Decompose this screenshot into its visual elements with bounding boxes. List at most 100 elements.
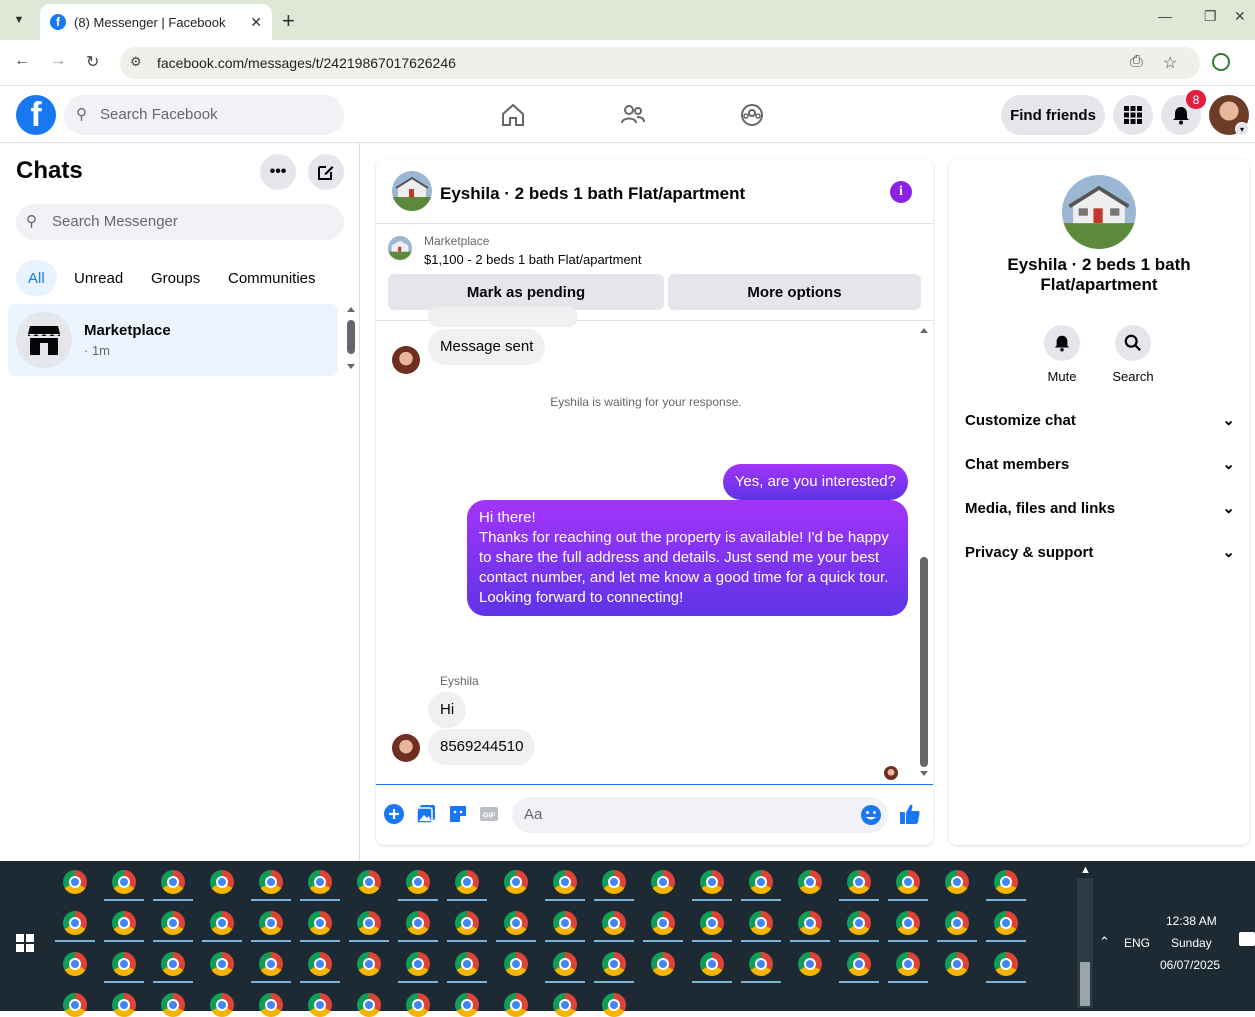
- customize-chat-section[interactable]: Customize chat ⌄: [965, 408, 1235, 432]
- chrome-taskbar-icon[interactable]: [798, 870, 822, 894]
- forward-icon[interactable]: →: [50, 52, 66, 70]
- bookmark-star-icon[interactable]: ☆: [1163, 53, 1177, 73]
- chrome-taskbar-icon[interactable]: [357, 993, 381, 1017]
- chrome-taskbar-icon[interactable]: [112, 911, 136, 935]
- chrome-taskbar-icon[interactable]: [210, 870, 234, 894]
- messenger-search-input[interactable]: ⚲ Search Messenger: [16, 204, 344, 240]
- friends-icon[interactable]: [618, 100, 648, 130]
- chrome-taskbar-icon[interactable]: [994, 911, 1018, 935]
- chrome-taskbar-icon[interactable]: [504, 993, 528, 1017]
- chrome-taskbar-icon[interactable]: [504, 870, 528, 894]
- search-in-conversation-button[interactable]: Search: [1103, 325, 1163, 384]
- filter-groups[interactable]: Groups: [139, 260, 212, 296]
- chrome-taskbar-icon[interactable]: [63, 952, 87, 976]
- media-files-links-section[interactable]: Media, files and links ⌄: [965, 496, 1235, 520]
- filter-unread[interactable]: Unread: [62, 260, 135, 296]
- filter-all[interactable]: All: [16, 260, 57, 296]
- new-message-icon[interactable]: [308, 154, 344, 190]
- emoji-icon[interactable]: [860, 804, 882, 831]
- chrome-taskbar-icon[interactable]: [602, 952, 626, 976]
- windows-start-icon[interactable]: [16, 934, 34, 952]
- chrome-taskbar-icon[interactable]: [259, 952, 283, 976]
- filter-communities[interactable]: Communities: [216, 260, 328, 296]
- notification-center-icon[interactable]: [1239, 932, 1255, 946]
- chrome-taskbar-icon[interactable]: [798, 911, 822, 935]
- chrome-taskbar-icon[interactable]: [406, 993, 430, 1017]
- more-options-button[interactable]: More options: [668, 274, 921, 310]
- chrome-taskbar-icon[interactable]: [504, 952, 528, 976]
- chrome-taskbar-icon[interactable]: [455, 911, 479, 935]
- facebook-logo-icon[interactable]: f: [16, 95, 56, 135]
- sticker-icon[interactable]: [447, 803, 469, 825]
- mute-button[interactable]: Mute: [1032, 325, 1092, 384]
- back-icon[interactable]: ←: [14, 52, 30, 70]
- chrome-taskbar-icon[interactable]: [112, 993, 136, 1017]
- chrome-taskbar-icon[interactable]: [210, 952, 234, 976]
- chrome-taskbar-icon[interactable]: [63, 993, 87, 1017]
- chrome-taskbar-icon[interactable]: [259, 870, 283, 894]
- site-info-icon[interactable]: ⚙: [130, 54, 142, 70]
- taskbar-scroll-up-icon[interactable]: ▲: [1080, 864, 1091, 876]
- chrome-taskbar-icon[interactable]: [651, 870, 675, 894]
- chrome-taskbar-icon[interactable]: [553, 952, 577, 976]
- chrome-taskbar-icon[interactable]: [602, 911, 626, 935]
- chrome-taskbar-icon[interactable]: [896, 870, 920, 894]
- chrome-taskbar-icon[interactable]: [112, 870, 136, 894]
- chrome-taskbar-icon[interactable]: [308, 870, 332, 894]
- clock-date[interactable]: 06/07/2025: [1160, 958, 1220, 972]
- chrome-taskbar-icon[interactable]: [994, 870, 1018, 894]
- chrome-taskbar-icon[interactable]: [945, 870, 969, 894]
- chrome-taskbar-icon[interactable]: [700, 911, 724, 935]
- more-actions-plus-icon[interactable]: [383, 803, 405, 825]
- chrome-taskbar-icon[interactable]: [112, 952, 136, 976]
- listing-thumbnail[interactable]: [388, 236, 412, 260]
- chrome-taskbar-icon[interactable]: [357, 952, 381, 976]
- chrome-taskbar-icon[interactable]: [847, 911, 871, 935]
- chat-options-icon[interactable]: •••: [260, 154, 296, 190]
- menu-grid-icon[interactable]: [1113, 95, 1153, 135]
- chrome-taskbar-icon[interactable]: [896, 952, 920, 976]
- chrome-taskbar-icon[interactable]: [651, 952, 675, 976]
- clock-time[interactable]: 12:38 AM: [1166, 914, 1217, 928]
- listing-title[interactable]: $1,100 - 2 beds 1 bath Flat/apartment: [424, 252, 642, 267]
- gif-icon[interactable]: GIF: [478, 803, 500, 825]
- new-tab-icon[interactable]: +: [282, 8, 295, 34]
- find-friends-button[interactable]: Find friends: [1001, 95, 1105, 135]
- chrome-taskbar-icon[interactable]: [210, 911, 234, 935]
- chrome-taskbar-icon[interactable]: [406, 952, 430, 976]
- chrome-taskbar-icon[interactable]: [406, 870, 430, 894]
- chrome-taskbar-icon[interactable]: [749, 952, 773, 976]
- chrome-taskbar-icon[interactable]: [161, 952, 185, 976]
- attach-photo-icon[interactable]: [415, 803, 437, 825]
- account-menu-chevron-icon[interactable]: ▾: [1235, 122, 1249, 136]
- chat-list-item-marketplace[interactable]: Marketplace · 1m: [8, 304, 338, 376]
- chrome-taskbar-icon[interactable]: [455, 993, 479, 1017]
- chrome-taskbar-icon[interactable]: [553, 870, 577, 894]
- chrome-taskbar-icon[interactable]: [553, 911, 577, 935]
- address-bar[interactable]: ⚙ facebook.com/messages/t/24219867017626…: [120, 47, 1200, 79]
- chrome-taskbar-icon[interactable]: [749, 870, 773, 894]
- minimize-window-icon[interactable]: —: [1158, 8, 1172, 24]
- install-app-icon[interactable]: ⎙: [1130, 53, 1143, 71]
- conversation-info-icon[interactable]: i: [890, 181, 912, 203]
- chrome-taskbar-icon[interactable]: [651, 911, 675, 935]
- browser-tab-messenger[interactable]: f (8) Messenger | Facebook ✕: [40, 4, 272, 40]
- browser-profile-icon[interactable]: [1212, 53, 1230, 71]
- chrome-taskbar-icon[interactable]: [896, 911, 920, 935]
- chrome-taskbar-icon[interactable]: [602, 993, 626, 1017]
- chat-members-section[interactable]: Chat members ⌄: [965, 452, 1235, 476]
- chrome-taskbar-icon[interactable]: [161, 870, 185, 894]
- chrome-taskbar-icon[interactable]: [700, 952, 724, 976]
- chrome-taskbar-icon[interactable]: [749, 911, 773, 935]
- chrome-taskbar-icon[interactable]: [308, 993, 332, 1017]
- message-list-scrollbar[interactable]: [918, 325, 930, 777]
- chrome-taskbar-icon[interactable]: [553, 993, 577, 1017]
- taskbar-scrollbar-thumb[interactable]: [1080, 962, 1090, 1006]
- chrome-taskbar-icon[interactable]: [308, 952, 332, 976]
- chrome-taskbar-icon[interactable]: [406, 911, 430, 935]
- groups-icon[interactable]: [737, 100, 767, 130]
- reload-icon[interactable]: ↻: [86, 52, 99, 72]
- sender-avatar[interactable]: [392, 346, 420, 374]
- restore-window-icon[interactable]: ❐: [1204, 8, 1217, 25]
- clock-day[interactable]: Sunday: [1171, 936, 1212, 950]
